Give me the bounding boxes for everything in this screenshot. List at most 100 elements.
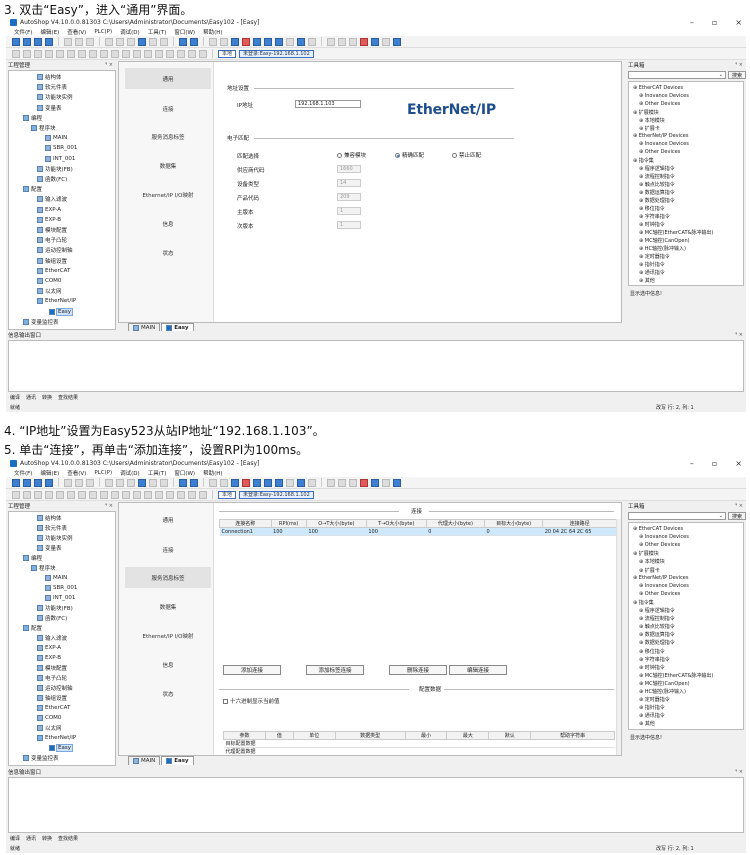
tree-item-prog[interactable]: SBR_001 bbox=[45, 584, 77, 592]
toolbox-item[interactable]: ⊕ 扩展卡 bbox=[639, 125, 660, 132]
download-icon[interactable] bbox=[253, 37, 261, 46]
func-block-icon[interactable] bbox=[89, 490, 97, 499]
monitor-icon[interactable] bbox=[275, 478, 283, 487]
toolbox-item[interactable]: ⊕ Other Devices bbox=[639, 591, 680, 597]
reset-icon[interactable] bbox=[111, 49, 119, 58]
coil-icon[interactable] bbox=[34, 490, 42, 499]
stop-icon[interactable] bbox=[242, 478, 250, 487]
editor-scrollbar[interactable] bbox=[616, 519, 621, 755]
invert-icon[interactable] bbox=[144, 490, 152, 499]
delete-row-icon[interactable] bbox=[177, 490, 185, 499]
table-icon[interactable] bbox=[349, 37, 357, 46]
nav-item-2[interactable]: 服务消息标签 bbox=[125, 126, 211, 147]
param-column-header[interactable]: 默认 bbox=[488, 731, 532, 740]
toolbox-filter-dropdown[interactable]: ⌄ bbox=[628, 512, 726, 520]
tree-item-folder[interactable]: EtherNet/IP bbox=[37, 297, 76, 305]
up-icon[interactable] bbox=[188, 49, 196, 58]
local-button[interactable]: 本地 bbox=[218, 49, 237, 58]
tree-item-cfg[interactable]: COM0 bbox=[37, 277, 61, 285]
param-column-header[interactable]: 参数 bbox=[223, 731, 266, 740]
vline-icon[interactable] bbox=[78, 49, 86, 58]
tree-item-folder[interactable]: 变量监控表 bbox=[23, 754, 59, 762]
toolbox-item[interactable]: ⊕ 通讯指令 bbox=[639, 712, 665, 719]
find-icon[interactable] bbox=[138, 37, 146, 46]
table-icon[interactable] bbox=[349, 478, 357, 487]
toolbox-item[interactable]: ⊕ 时钟指令 bbox=[639, 664, 665, 671]
delete-line-icon[interactable] bbox=[155, 490, 163, 499]
tree-item-folder[interactable]: 程序块 bbox=[31, 124, 56, 132]
toolbox-item[interactable]: ⊕ Inovance Devices bbox=[639, 583, 689, 589]
tree-item-fb[interactable]: 功能块(FB) bbox=[37, 604, 73, 612]
edit-connection-button[interactable]: 编辑连接 bbox=[449, 665, 507, 675]
run-icon[interactable] bbox=[231, 37, 239, 46]
upload-icon[interactable] bbox=[264, 478, 272, 487]
window-layout-icon[interactable] bbox=[179, 37, 187, 46]
output-window[interactable] bbox=[8, 340, 744, 392]
save-icon[interactable] bbox=[34, 37, 42, 46]
connection-column-header[interactable]: 代理大小(byte) bbox=[425, 519, 486, 528]
compile-icon[interactable] bbox=[209, 37, 217, 46]
menu-plc[interactable]: PLC(P) bbox=[94, 29, 112, 35]
tree-item-fc[interactable]: 函数(FC) bbox=[37, 614, 67, 622]
toolbox-search-button[interactable]: 搜索 bbox=[728, 512, 746, 520]
hex-display-checkbox[interactable]: 十六进制显示当前值 bbox=[223, 697, 280, 705]
tree-item-struct[interactable]: 结构体 bbox=[37, 514, 62, 522]
close-icon[interactable]: × bbox=[735, 18, 742, 27]
toolbox-item[interactable]: ⊕ 字符串指令 bbox=[639, 656, 670, 663]
toolbox-item[interactable]: ⊕ 扩展模块 bbox=[633, 550, 659, 557]
toolbox-item[interactable]: ⊕ 扩展模块 bbox=[633, 109, 659, 116]
nav-item-4[interactable]: Ethernet/IP I/O映射 bbox=[125, 184, 211, 205]
tree-item-var[interactable]: 变量表 bbox=[37, 104, 62, 112]
connection-column-header[interactable]: 目标大小(byte) bbox=[483, 519, 544, 528]
menu-edit[interactable]: 编辑(E) bbox=[40, 28, 59, 36]
redo-icon[interactable] bbox=[116, 478, 124, 487]
output-tab-3[interactable]: 查找结果 bbox=[58, 394, 78, 401]
toolbox-item[interactable]: ⊕ Other Devices bbox=[639, 101, 680, 107]
connection-column-header[interactable]: T→O大小(byte) bbox=[365, 519, 427, 528]
tree-item-cfg[interactable]: 电子凸轮 bbox=[37, 236, 67, 244]
tree-item-cfg[interactable]: 以太网 bbox=[37, 724, 62, 732]
nav-item-6[interactable]: 状态 bbox=[125, 242, 211, 263]
output-tab-0[interactable]: 编译 bbox=[10, 394, 20, 401]
param-column-header[interactable]: 最大 bbox=[446, 731, 490, 740]
print-icon[interactable] bbox=[149, 478, 157, 487]
cut-icon[interactable] bbox=[64, 37, 72, 46]
tree-item-table[interactable]: 软元件表 bbox=[37, 524, 67, 532]
pin-close-icon[interactable]: ᵠ × bbox=[105, 503, 113, 509]
set-icon[interactable] bbox=[100, 490, 108, 499]
list-icon[interactable] bbox=[338, 37, 346, 46]
toolbox-item[interactable]: ⊕ EtherNet/IP Devices bbox=[633, 133, 688, 139]
toolbox-item[interactable]: ⊕ 定时器指令 bbox=[639, 253, 670, 260]
menu-edit[interactable]: 编辑(E) bbox=[40, 469, 59, 477]
down-icon[interactable] bbox=[199, 490, 207, 499]
toolbox-item[interactable]: ⊕ Inovance Devices bbox=[639, 534, 689, 540]
compile-all-icon[interactable] bbox=[220, 478, 228, 487]
toolbox-item[interactable]: ⊕ MC轴控(EtherCAT&脉冲输出) bbox=[639, 672, 713, 679]
find-icon[interactable] bbox=[138, 478, 146, 487]
minimize-icon[interactable]: – bbox=[690, 459, 694, 468]
toolbox-item[interactable]: ⊕ 指针指令 bbox=[639, 704, 665, 711]
hline-icon[interactable] bbox=[67, 49, 75, 58]
menu-help[interactable]: 帮助(H) bbox=[203, 28, 222, 36]
tree-item-folder[interactable]: 配置 bbox=[23, 624, 42, 632]
falling-edge-icon[interactable] bbox=[133, 49, 141, 58]
tree-item-cfg[interactable]: 电子凸轮 bbox=[37, 674, 67, 682]
toolbox-item[interactable]: ⊕ 通讯指令 bbox=[639, 269, 665, 276]
tree-item-cfg[interactable]: 轴组设置 bbox=[37, 257, 67, 265]
match-radio-0[interactable]: 兼容模块 bbox=[337, 151, 366, 159]
match-radio-1[interactable]: 精确匹配 bbox=[395, 151, 424, 159]
menu-window[interactable]: 窗口(W) bbox=[174, 28, 195, 36]
connection-column-header[interactable]: O→T大小(byte) bbox=[305, 519, 367, 528]
tree-item-prog[interactable]: INT_001 bbox=[45, 594, 75, 602]
tree-item-fc[interactable]: 函数(FC) bbox=[37, 175, 67, 183]
delete-connection-button[interactable]: 删除连接 bbox=[389, 665, 447, 675]
contact-no-icon[interactable] bbox=[12, 49, 20, 58]
tree-item-folder[interactable]: 变量监控表 bbox=[23, 318, 59, 326]
toolbox-item[interactable]: ⊕ Other Devices bbox=[639, 542, 680, 548]
contact-nc-icon[interactable] bbox=[23, 49, 31, 58]
insert-row-icon[interactable] bbox=[166, 490, 174, 499]
nav-item-0[interactable]: 通用 bbox=[125, 68, 211, 89]
menu-window[interactable]: 窗口(W) bbox=[174, 469, 195, 477]
output-tab-0[interactable]: 编译 bbox=[10, 835, 20, 842]
pin-close-icon[interactable]: ᵠ × bbox=[735, 332, 743, 338]
